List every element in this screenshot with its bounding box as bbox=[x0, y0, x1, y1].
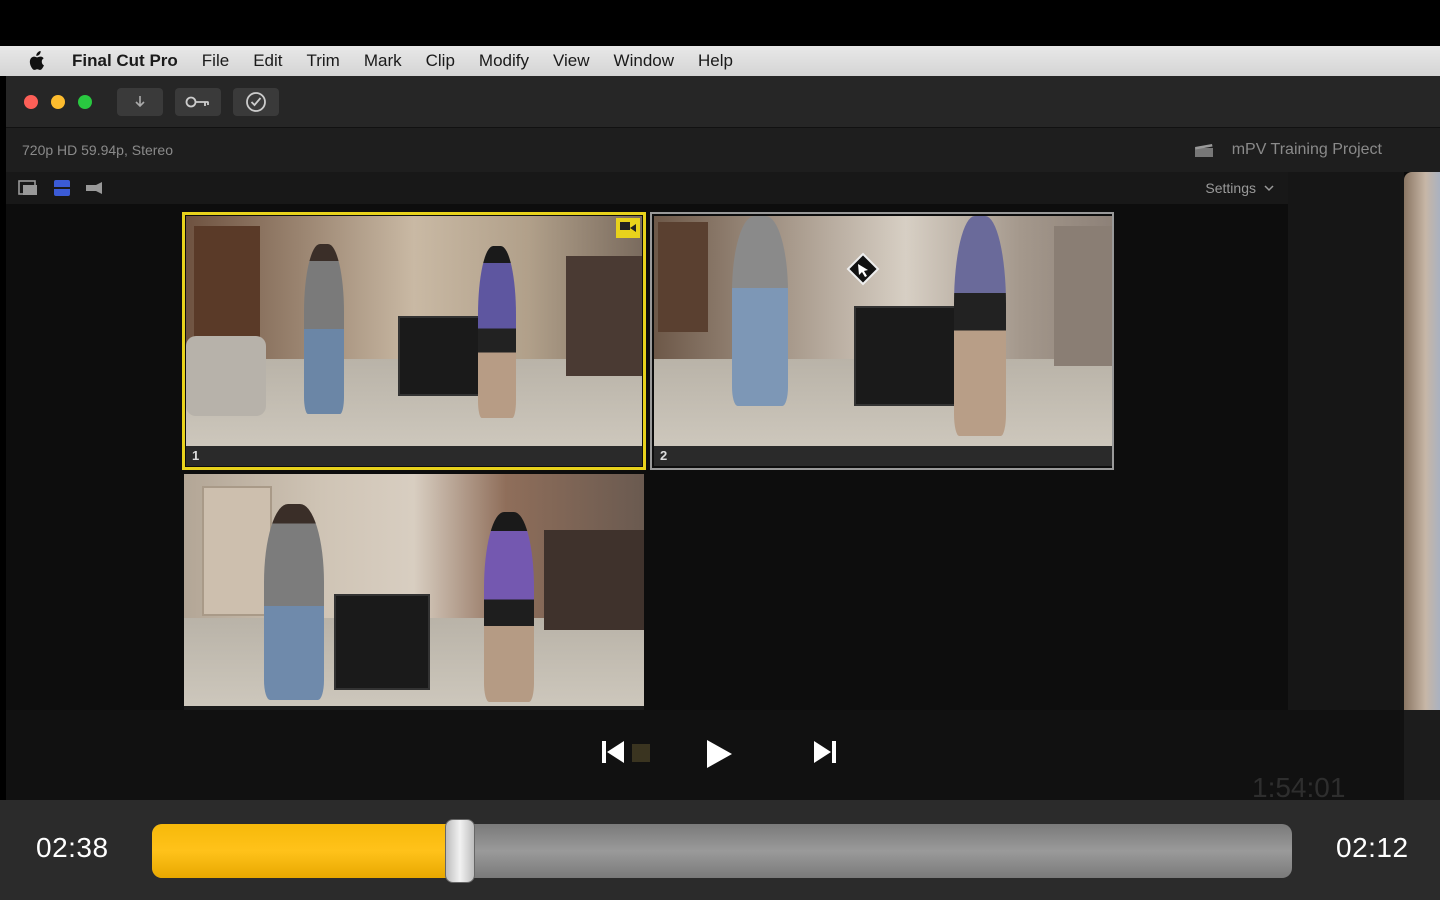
audio-video-badge-icon bbox=[616, 218, 640, 238]
angle-1-video-frame bbox=[186, 216, 642, 446]
menu-mark[interactable]: Mark bbox=[364, 51, 402, 71]
download-arrow-icon bbox=[135, 95, 145, 107]
skip-back-icon bbox=[602, 741, 624, 763]
person-left bbox=[732, 216, 788, 406]
dog-crate bbox=[334, 594, 430, 690]
menu-window[interactable]: Window bbox=[614, 51, 674, 71]
fireplace bbox=[566, 256, 642, 376]
bookshelf bbox=[194, 226, 260, 338]
viewer-info-bar: 720p HD 59.94p, Stereo mPV Training Proj… bbox=[6, 128, 1440, 172]
skip-forward-icon bbox=[814, 741, 836, 763]
clapperboard-icon bbox=[1194, 144, 1213, 157]
menu-bar: Final Cut Pro File Edit Trim Mark Clip M… bbox=[0, 46, 1440, 76]
format-label: 720p HD 59.94p, Stereo bbox=[22, 142, 173, 158]
settings-label: Settings bbox=[1205, 180, 1256, 196]
menu-app-name[interactable]: Final Cut Pro bbox=[72, 51, 178, 71]
skip-back-button[interactable] bbox=[600, 738, 626, 766]
multicam-angle-viewer: 1 2 bbox=[6, 204, 1288, 710]
scrubber-track[interactable] bbox=[152, 824, 1292, 878]
toolbar bbox=[6, 76, 1440, 128]
angle-3[interactable]: 3 bbox=[184, 474, 644, 710]
play-icon bbox=[707, 740, 732, 768]
video-only-switch-icon[interactable] bbox=[52, 179, 72, 197]
checkmark-circle-icon bbox=[246, 91, 266, 112]
menu-view[interactable]: View bbox=[553, 51, 590, 71]
settings-dropdown[interactable]: Settings bbox=[1205, 180, 1274, 196]
key-icon bbox=[185, 96, 209, 107]
angle-2-video-frame bbox=[654, 216, 1112, 446]
inspector-panel bbox=[1288, 172, 1404, 710]
apple-icon[interactable] bbox=[26, 51, 46, 71]
elapsed-time: 02:38 bbox=[36, 832, 109, 863]
menu-modify[interactable]: Modify bbox=[479, 51, 529, 71]
angle-1-label: 1 bbox=[186, 446, 642, 466]
menu-clip[interactable]: Clip bbox=[426, 51, 455, 71]
minimize-window-button[interactable] bbox=[51, 94, 65, 109]
project-title: mPV Training Project bbox=[1194, 141, 1382, 159]
person-left bbox=[264, 504, 324, 700]
menu-file[interactable]: File bbox=[202, 51, 229, 71]
play-button[interactable] bbox=[704, 738, 734, 770]
chevron-down-icon bbox=[1264, 185, 1274, 192]
bookshelf bbox=[658, 222, 708, 332]
audio-only-switch-icon[interactable] bbox=[84, 181, 106, 195]
person-left bbox=[304, 244, 344, 414]
angle-2[interactable]: 2 bbox=[650, 212, 1114, 470]
keywords-button[interactable] bbox=[175, 87, 221, 116]
project-name: mPV Training Project bbox=[1231, 141, 1382, 158]
fireplace bbox=[544, 530, 644, 630]
top-letterbox bbox=[0, 0, 1440, 46]
person-right bbox=[478, 246, 516, 418]
remaining-time: 02:12 bbox=[1336, 832, 1409, 863]
angle-3-video-frame bbox=[184, 474, 644, 706]
person-right bbox=[484, 512, 534, 702]
angle-1[interactable]: 1 bbox=[182, 212, 646, 470]
menu-help[interactable]: Help bbox=[698, 51, 733, 71]
background-tasks-button[interactable] bbox=[233, 87, 279, 116]
menu-edit[interactable]: Edit bbox=[253, 51, 282, 71]
door bbox=[202, 486, 272, 616]
video-player-bar: 02:38 02:12 bbox=[0, 800, 1440, 900]
dog-crate bbox=[398, 316, 488, 396]
video-audio-switch-icon[interactable] bbox=[18, 179, 40, 197]
scrubber-progress-fill bbox=[152, 824, 460, 878]
playback-controls: 1:54:01 bbox=[6, 710, 1404, 803]
person-right bbox=[954, 216, 1006, 436]
fireplace bbox=[1054, 226, 1112, 366]
skip-forward-button[interactable] bbox=[812, 738, 838, 766]
pointer-cursor-icon bbox=[846, 252, 880, 286]
scrubber-handle[interactable] bbox=[444, 819, 475, 883]
viewer-toolbar: Settings bbox=[6, 172, 1288, 204]
armchair bbox=[186, 336, 266, 416]
zoom-window-button[interactable] bbox=[78, 94, 92, 109]
secondary-viewer-strip bbox=[1404, 172, 1440, 710]
import-button[interactable] bbox=[117, 87, 163, 116]
app-window: 720p HD 59.94p, Stereo mPV Training Proj… bbox=[6, 76, 1440, 803]
menu-trim[interactable]: Trim bbox=[306, 51, 339, 71]
frame-indicator bbox=[632, 744, 650, 762]
dog-crate bbox=[854, 306, 964, 406]
angle-2-label: 2 bbox=[654, 446, 1112, 466]
close-window-button[interactable] bbox=[24, 94, 38, 109]
